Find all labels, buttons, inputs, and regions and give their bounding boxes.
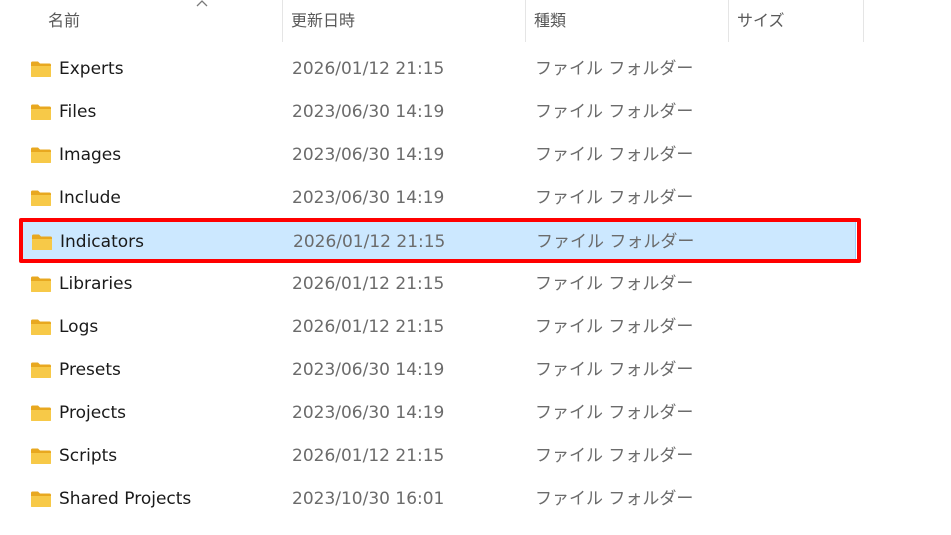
file-type: ファイル フォルダー xyxy=(535,59,694,79)
file-row[interactable]: Scripts 2026/01/12 21:15 ファイル フォルダー xyxy=(22,436,856,476)
file-modified-date: 2023/06/30 14:19 xyxy=(292,145,445,165)
folder-icon xyxy=(31,319,51,335)
folder-icon xyxy=(32,234,52,250)
folder-icon xyxy=(31,104,51,120)
file-modified-date: 2023/06/30 14:19 xyxy=(292,403,445,423)
file-row[interactable]: Libraries 2026/01/12 21:15 ファイル フォルダー xyxy=(22,264,856,304)
file-explorer-list: 名前 更新日時 種類 サイズ Experts 2026/01/12 21:15 ファ… xyxy=(0,0,951,535)
folder-icon xyxy=(31,448,51,464)
file-type: ファイル フォルダー xyxy=(535,403,694,423)
file-name: Logs xyxy=(59,317,99,337)
file-row[interactable]: Files 2023/06/30 14:19 ファイル フォルダー xyxy=(22,92,856,132)
file-name: Projects xyxy=(59,403,127,423)
file-name: Presets xyxy=(59,360,121,380)
column-header-bar: 名前 更新日時 種類 サイズ xyxy=(0,0,951,42)
file-name: Shared Projects xyxy=(59,489,192,509)
file-modified-date: 2026/01/12 21:15 xyxy=(292,317,445,337)
file-modified-date: 2023/10/30 16:01 xyxy=(292,489,445,509)
file-name: Libraries xyxy=(59,274,133,294)
folder-icon xyxy=(31,491,51,507)
column-header-name-label: 名前 xyxy=(48,11,81,30)
file-type: ファイル フォルダー xyxy=(535,489,694,509)
file-name: Include xyxy=(59,188,121,208)
file-modified-date: 2026/01/12 21:15 xyxy=(292,446,445,466)
file-type: ファイル フォルダー xyxy=(535,102,694,122)
file-modified-date: 2026/01/12 21:15 xyxy=(293,232,446,252)
file-row[interactable]: Experts 2026/01/12 21:15 ファイル フォルダー xyxy=(22,49,856,89)
file-name: Indicators xyxy=(60,232,144,252)
column-header-date[interactable]: 更新日時 xyxy=(283,0,526,42)
folder-icon xyxy=(31,362,51,378)
file-row[interactable]: Indicators 2026/01/12 21:15 ファイル フォルダー xyxy=(22,221,856,261)
file-row[interactable]: Shared Projects 2023/10/30 16:01 ファイル フォルダ… xyxy=(22,479,856,519)
file-type: ファイル フォルダー xyxy=(535,145,694,165)
file-type: ファイル フォルダー xyxy=(535,188,694,208)
file-name: Scripts xyxy=(59,446,118,466)
file-modified-date: 2026/01/12 21:15 xyxy=(292,274,445,294)
file-row[interactable]: Include 2023/06/30 14:19 ファイル フォルダー xyxy=(22,178,856,218)
folder-icon xyxy=(31,147,51,163)
folder-icon xyxy=(31,61,51,77)
folder-icon xyxy=(31,405,51,421)
file-type: ファイル フォルダー xyxy=(535,317,694,337)
file-type: ファイル フォルダー xyxy=(535,446,694,466)
file-type: ファイル フォルダー xyxy=(535,274,694,294)
column-header-size[interactable]: サイズ xyxy=(729,0,864,42)
file-name: Images xyxy=(59,145,122,165)
file-type: ファイル フォルダー xyxy=(535,360,694,380)
file-row[interactable]: Projects 2023/06/30 14:19 ファイル フォルダー xyxy=(22,393,856,433)
file-row[interactable]: Logs 2026/01/12 21:15 ファイル フォルダー xyxy=(22,307,856,347)
folder-icon xyxy=(31,190,51,206)
column-header-date-label: 更新日時 xyxy=(291,11,356,30)
file-modified-date: 2023/06/30 14:19 xyxy=(292,102,445,122)
column-header-type-label: 種類 xyxy=(534,11,567,30)
file-modified-date: 2023/06/30 14:19 xyxy=(292,360,445,380)
column-header-name[interactable]: 名前 xyxy=(40,0,283,42)
file-row[interactable]: Images 2023/06/30 14:19 ファイル フォルダー xyxy=(22,135,856,175)
file-name: Files xyxy=(59,102,97,122)
file-type: ファイル フォルダー xyxy=(536,232,695,252)
file-name: Experts xyxy=(59,59,124,79)
file-modified-date: 2026/01/12 21:15 xyxy=(292,59,445,79)
folder-icon xyxy=(31,276,51,292)
column-header-type[interactable]: 種類 xyxy=(526,0,729,42)
file-modified-date: 2023/06/30 14:19 xyxy=(292,188,445,208)
sort-ascending-icon xyxy=(196,0,208,7)
file-row[interactable]: Presets 2023/06/30 14:19 ファイル フォルダー xyxy=(22,350,856,390)
column-header-size-label: サイズ xyxy=(737,11,785,30)
